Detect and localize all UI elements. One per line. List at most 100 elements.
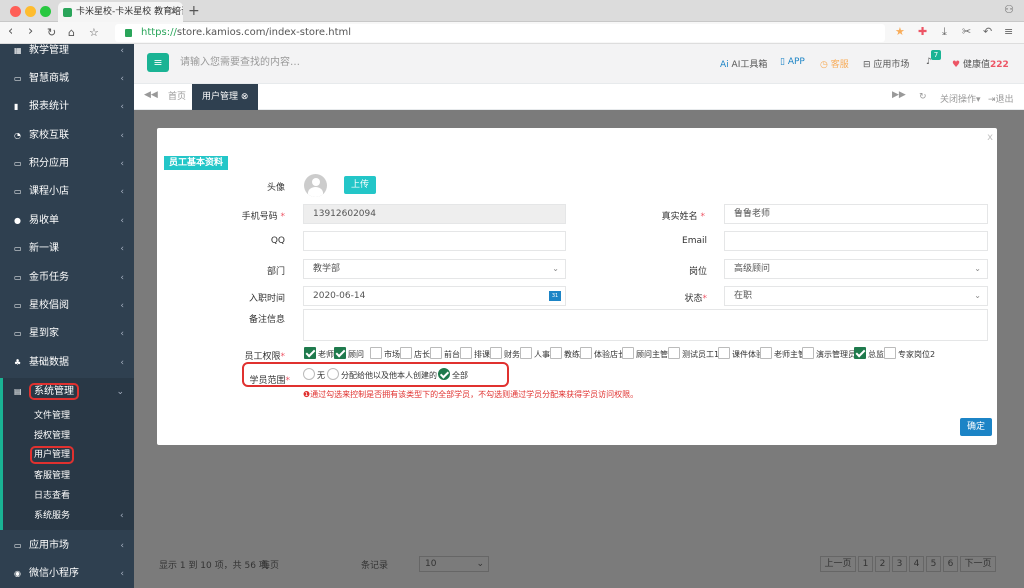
menu-icon[interactable]: ≡	[1004, 25, 1013, 38]
permission-checkbox[interactable]	[668, 347, 680, 359]
permission-checkbox[interactable]	[760, 347, 772, 359]
page-5-button[interactable]: 5	[926, 556, 941, 572]
star-icon[interactable]: ★	[895, 25, 905, 38]
qq-field[interactable]	[303, 231, 566, 251]
tab-home[interactable]: 首页	[158, 84, 196, 110]
chevron-left-icon: ‹	[120, 187, 124, 197]
tab-close-icon[interactable]: ×	[170, 2, 178, 22]
sidebar-item-reports[interactable]: ▮ 报表统计 ‹	[0, 93, 134, 121]
sub-item-files[interactable]: 文件管理	[34, 406, 70, 426]
join-date-field[interactable]: 2020-06-14 31	[303, 286, 566, 306]
close-window-icon[interactable]	[10, 6, 21, 17]
permission-checkbox[interactable]	[622, 347, 634, 359]
phone-field[interactable]: 13912602094	[303, 204, 566, 224]
sub-item-logs[interactable]: 日志查看	[34, 486, 70, 506]
sidebar-item-points[interactable]: ▭ 积分应用 ‹	[0, 150, 134, 178]
profile-icon[interactable]: ⚇	[1004, 3, 1014, 16]
sub-item-system-service[interactable]: 系统服务 ‹	[34, 506, 124, 526]
app-market-link[interactable]: ⊟ 应用市场	[863, 57, 909, 70]
sidebar-item-new-lesson[interactable]: ▭ 新一课 ‹	[0, 235, 134, 263]
tab-user-management[interactable]: 用户管理 ⊗	[192, 84, 259, 110]
ai-tools-link[interactable]: Ai AI工具箱	[720, 57, 767, 70]
prev-page-button[interactable]: 上一页	[820, 556, 856, 572]
maximize-window-icon[interactable]	[40, 6, 51, 17]
calendar-icon[interactable]: 31	[549, 291, 561, 301]
permission-label-item: 专家岗位2	[898, 350, 936, 359]
permission-checkbox[interactable]	[580, 347, 592, 359]
permission-checkbox[interactable]	[460, 347, 472, 359]
permission-checkbox[interactable]	[490, 347, 502, 359]
sidebar-item-base-data[interactable]: ♣ 基础数据 ‹	[0, 349, 134, 377]
search-input[interactable]	[174, 51, 374, 73]
permission-checkbox[interactable]	[550, 347, 562, 359]
confirm-button[interactable]: 确定	[960, 418, 993, 436]
logout-link[interactable]: ⇥退出	[988, 92, 1014, 105]
per-page-select[interactable]: 10 ⌄	[419, 556, 489, 572]
sidebar-item-teaching[interactable]: ▦ 教学管理 ‹	[0, 44, 134, 65]
permission-checkbox[interactable]	[304, 347, 316, 359]
dept-select[interactable]: 教学部 ⌄	[303, 259, 566, 279]
email-field[interactable]	[724, 231, 988, 251]
minimize-window-icon[interactable]	[25, 6, 36, 17]
page-3-button[interactable]: 3	[892, 556, 907, 572]
reload-icon[interactable]: ↻	[47, 26, 56, 39]
status-select[interactable]: 在职 ⌄	[724, 286, 988, 306]
new-tab-button[interactable]: +	[188, 3, 200, 19]
health-link[interactable]: ♥ 健康值222	[952, 57, 1009, 70]
app-link[interactable]: ▯ APP	[780, 57, 805, 67]
scissors-icon[interactable]: ✂	[962, 25, 971, 38]
tabs-right-icon[interactable]: ▶▶	[892, 90, 906, 100]
page-4-button[interactable]: 4	[909, 556, 924, 572]
scope-radio-all[interactable]	[438, 368, 450, 380]
permission-checkbox[interactable]	[370, 347, 382, 359]
sidebar-item-system[interactable]: ▤ 系统管理 ⌄	[0, 378, 134, 406]
scope-radio-assigned[interactable]	[327, 368, 339, 380]
tab-close-icon[interactable]: ⊗	[241, 92, 249, 102]
modal-close-icon[interactable]: x	[987, 132, 993, 143]
permission-checkbox[interactable]	[718, 347, 730, 359]
tabs-left-icon[interactable]: ◀◀	[144, 90, 158, 100]
realname-field[interactable]: 鲁鲁老师	[724, 204, 988, 224]
permission-checkbox[interactable]	[400, 347, 412, 359]
remark-textarea[interactable]	[303, 309, 988, 341]
page-6-button[interactable]: 6	[943, 556, 958, 572]
permission-checkbox[interactable]	[854, 347, 866, 359]
post-select[interactable]: 高级顾问 ⌄	[724, 259, 988, 279]
refresh-icon[interactable]: ↻	[919, 92, 927, 102]
game-icon[interactable]: ✚	[918, 25, 927, 38]
download-icon[interactable]: ⤓	[942, 25, 947, 39]
undo-icon[interactable]: ↶	[983, 25, 992, 38]
page-2-button[interactable]: 2	[875, 556, 890, 572]
bookmark-icon[interactable]: ☆	[89, 26, 99, 39]
sidebar-item-star-home[interactable]: ▭ 星到家 ‹	[0, 320, 134, 348]
sidebar-item-home-school[interactable]: ◔ 家校互联 ‹	[0, 122, 134, 150]
permission-checkbox[interactable]	[802, 347, 814, 359]
home-icon[interactable]: ⌂	[68, 26, 75, 39]
sidebar-item-wechat[interactable]: ◉ 微信小程序 ‹	[0, 560, 134, 588]
back-icon[interactable]: ‹	[8, 24, 13, 39]
scope-radio-none[interactable]	[303, 368, 315, 380]
chevron-down-icon: ⌄	[974, 291, 981, 300]
permission-checkbox[interactable]	[520, 347, 532, 359]
sidebar-item-course-store[interactable]: ▭ 课程小店 ‹	[0, 178, 134, 206]
permission-checkbox[interactable]	[430, 347, 442, 359]
browser-tab[interactable]: 卡米星校-卡米星校 教育培训机 ×	[58, 2, 183, 22]
sidebar-item-coin-tasks[interactable]: ▭ 金币任务 ‹	[0, 264, 134, 292]
permission-checkbox[interactable]	[334, 347, 346, 359]
close-ops-dropdown[interactable]: 关闭操作▾	[940, 92, 981, 105]
sub-item-users[interactable]: 用户管理	[30, 446, 75, 464]
sidebar-item-mall[interactable]: ▭ 智慧商城 ‹	[0, 65, 134, 93]
sub-item-service[interactable]: 客服管理	[34, 466, 70, 486]
sidebar-item-app-market[interactable]: ▭ 应用市场 ‹	[0, 532, 134, 560]
sub-item-auth[interactable]: 授权管理	[34, 426, 70, 446]
service-link[interactable]: ◷ 客服	[820, 57, 849, 70]
sidebar-item-easy-pay[interactable]: ● 易收单 ‹	[0, 207, 134, 235]
sidebar-item-reading[interactable]: ▭ 星校倡阅 ‹	[0, 292, 134, 320]
address-bar[interactable]: https://store.kamios.com/index-store.htm…	[115, 24, 885, 42]
sidebar-toggle-button[interactable]: ≡	[147, 53, 169, 72]
upload-button[interactable]: 上传	[344, 176, 377, 194]
forward-icon[interactable]: ›	[28, 24, 33, 39]
permission-checkbox[interactable]	[884, 347, 896, 359]
page-1-button[interactable]: 1	[858, 556, 873, 572]
next-page-button[interactable]: 下一页	[960, 556, 996, 572]
